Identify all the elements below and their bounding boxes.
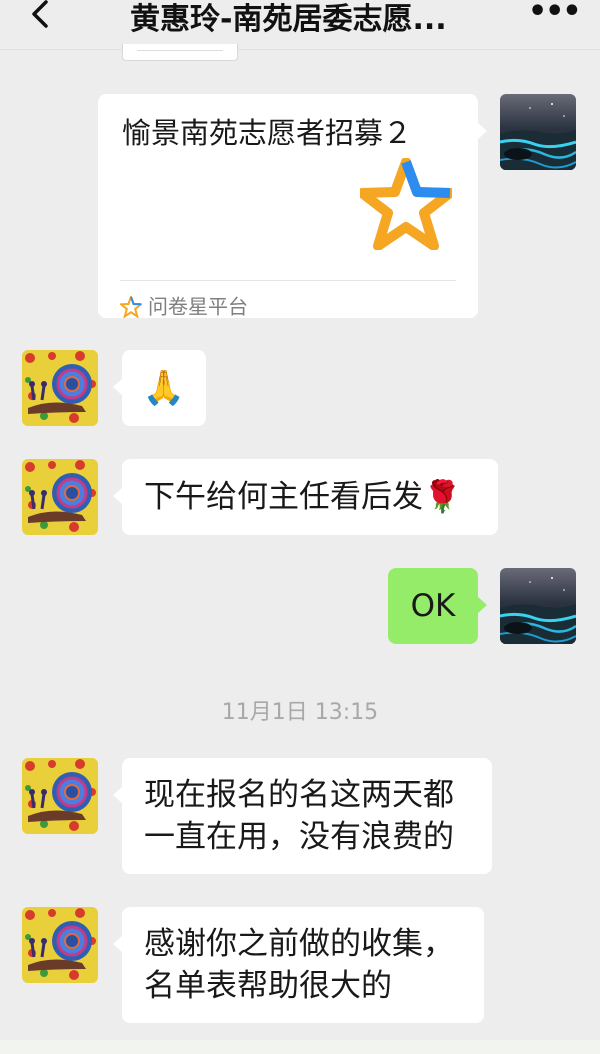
message-line: 一直在用，没有浪费的 xyxy=(144,819,454,855)
message-timestamp: 11月1日 13:15 xyxy=(221,700,379,725)
snail-painting-avatar xyxy=(22,907,98,983)
night-shore-avatar xyxy=(500,568,576,644)
avatar[interactable] xyxy=(500,568,576,644)
card-title: 愉景南苑志愿者招募２ xyxy=(122,116,413,150)
night-shore-avatar xyxy=(500,94,576,170)
card-divider xyxy=(120,280,456,281)
wenjuanxing-small-star-icon xyxy=(118,293,144,319)
more-button[interactable]: ••• xyxy=(528,0,582,27)
snail-painting-avatar xyxy=(22,350,98,426)
chat-title: 黄惠玲-南苑居委志愿... xyxy=(130,2,447,37)
avatar[interactable] xyxy=(22,758,98,834)
snail-painting-avatar xyxy=(22,459,98,535)
wenjuanxing-star-logo xyxy=(360,158,452,250)
more-dots-icon: ••• xyxy=(528,0,582,29)
message-text: OK xyxy=(410,588,456,624)
message-line: 感谢你之前做的收集， xyxy=(144,926,454,962)
back-button[interactable] xyxy=(22,0,62,32)
outgoing-text-message[interactable]: OK xyxy=(388,568,487,644)
chat-header: 黄惠玲-南苑居委志愿... ••• xyxy=(0,0,600,50)
card-source: 问卷星平台 xyxy=(118,284,248,328)
message-text: 下午给何主任看后发 xyxy=(144,479,423,515)
text-message[interactable]: 下午给何主任看后发🌹 xyxy=(113,459,498,535)
rose-emoji: 🌹 xyxy=(423,479,462,515)
emoji-message[interactable]: 🙏 xyxy=(113,350,206,426)
text-message[interactable]: 感谢你之前做的收集， 名单表帮助很大的 xyxy=(113,907,484,1023)
message-line: 现在报名的名这两天都 xyxy=(144,777,454,813)
avatar[interactable] xyxy=(500,94,576,170)
card-source-label: 问卷星平台 xyxy=(148,294,248,319)
snail-painting-avatar xyxy=(22,758,98,834)
text-message[interactable]: 现在报名的名这两天都 一直在用，没有浪费的 xyxy=(113,758,492,874)
pray-emoji: 🙏 xyxy=(142,368,186,408)
input-bar-edge xyxy=(0,1040,600,1054)
previous-message-stub xyxy=(122,44,238,61)
avatar[interactable] xyxy=(22,350,98,426)
avatar[interactable] xyxy=(22,459,98,535)
link-card-message[interactable]: 愉景南苑志愿者招募２ 问卷星平台 xyxy=(98,94,487,319)
message-line: 名单表帮助很大的 xyxy=(144,968,392,1004)
chevron-left-icon xyxy=(32,0,48,28)
avatar[interactable] xyxy=(22,907,98,983)
